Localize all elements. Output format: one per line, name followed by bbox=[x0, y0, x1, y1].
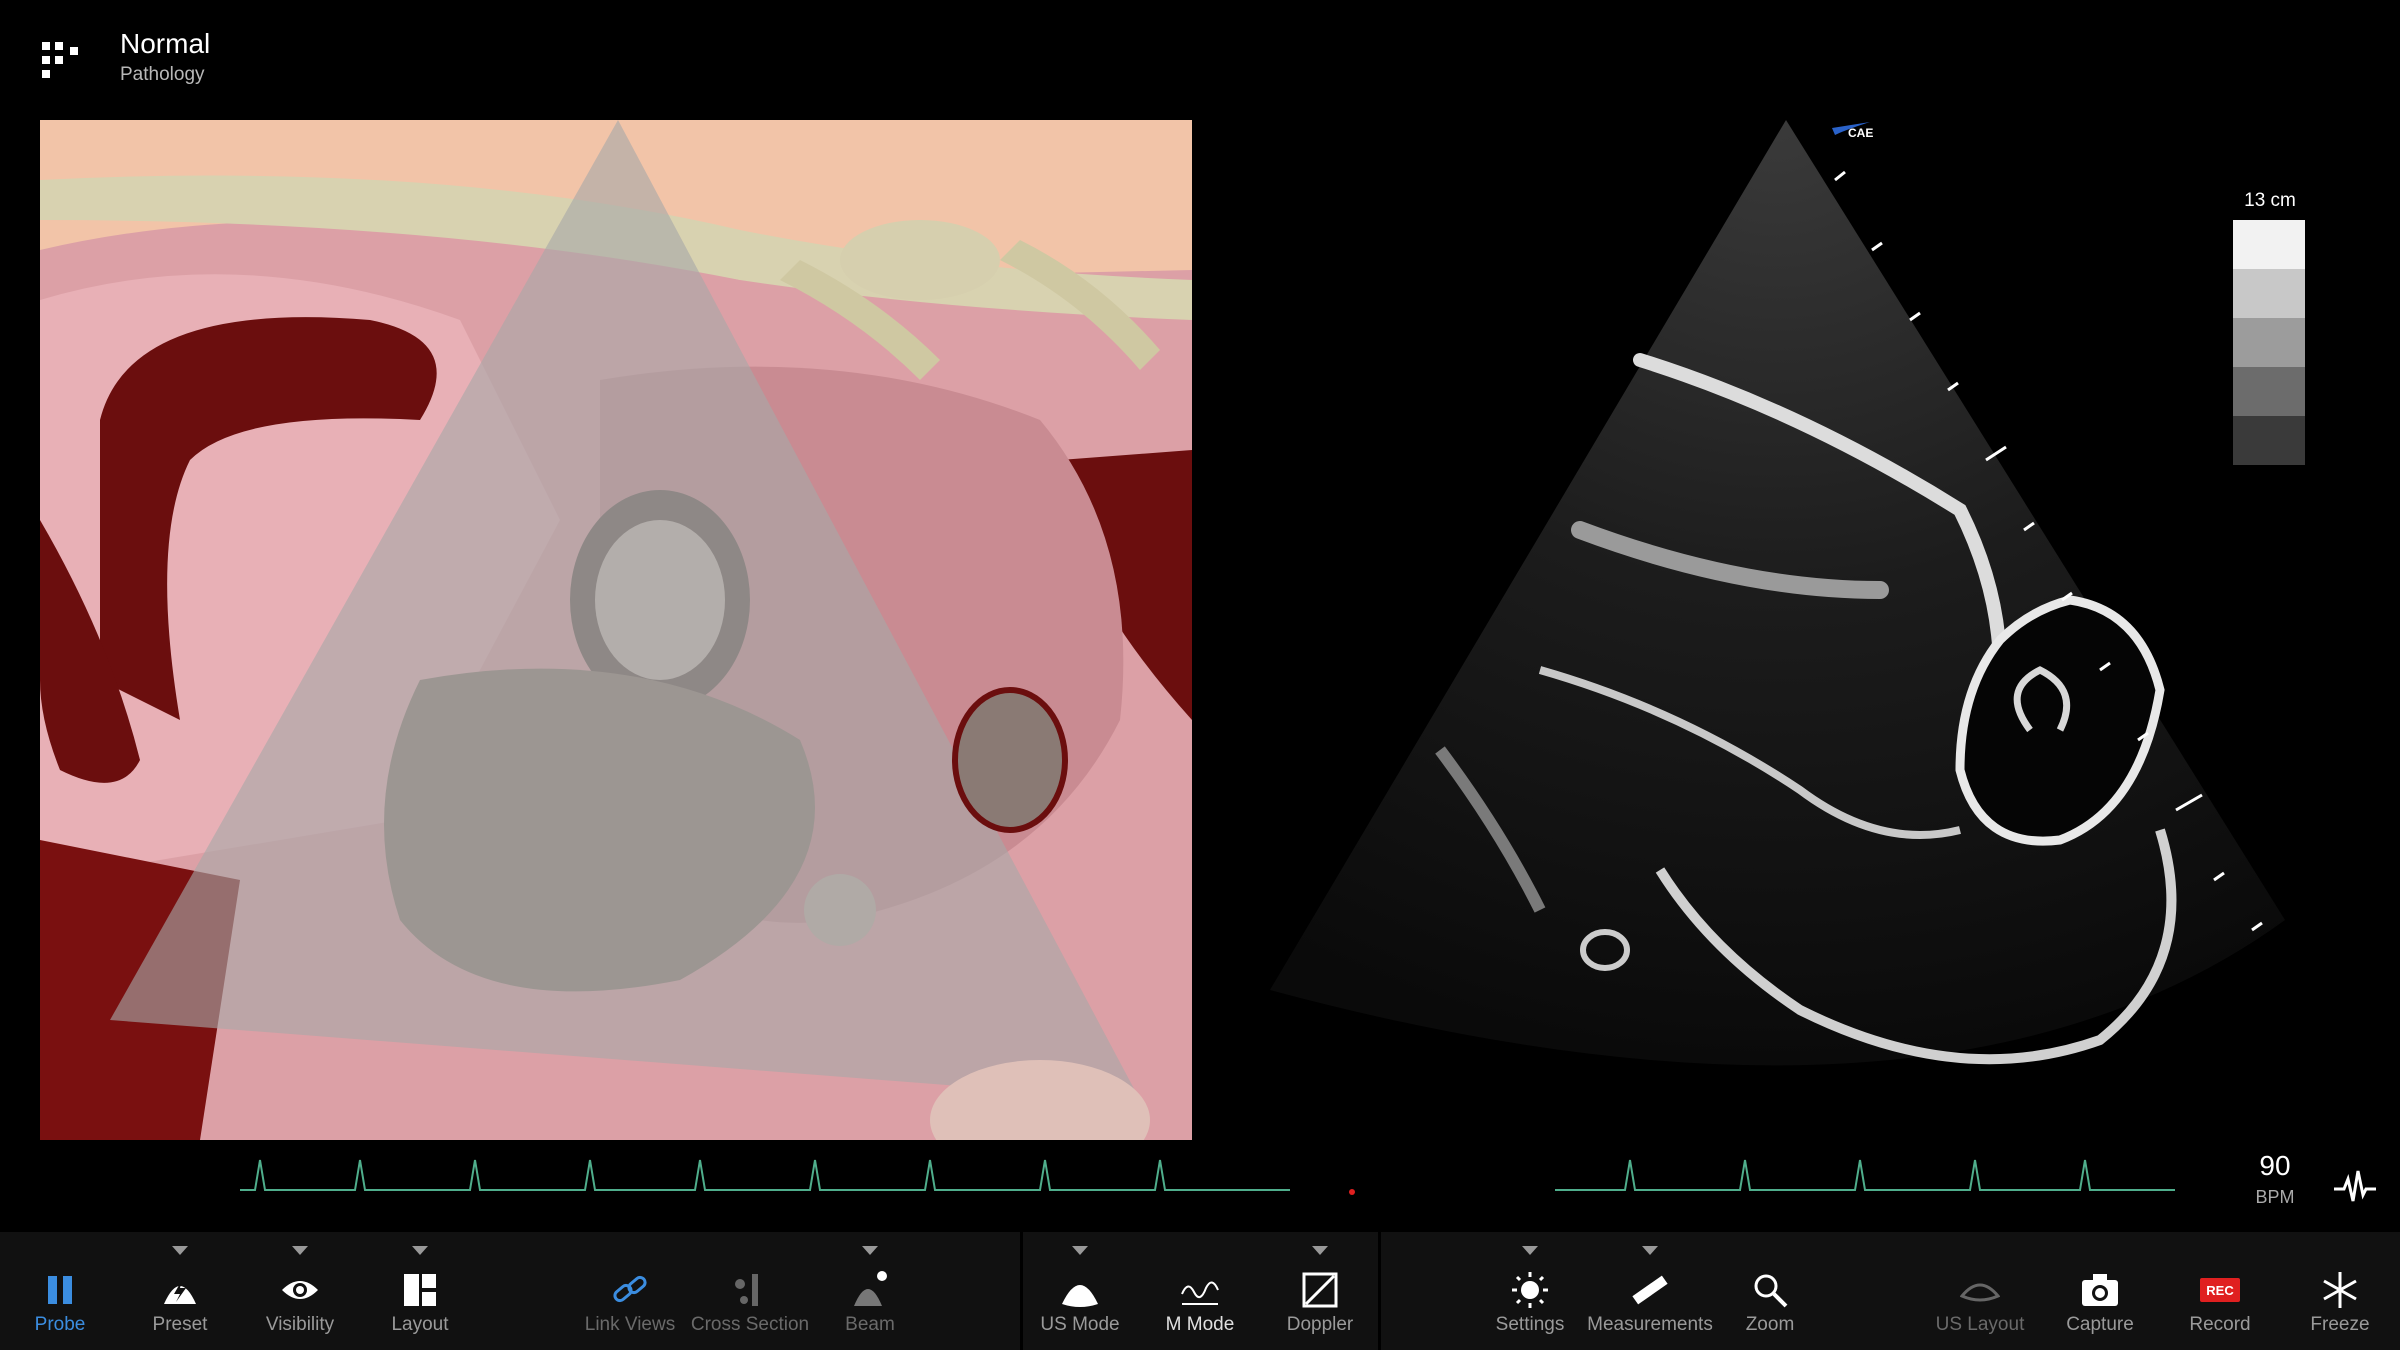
heart-rate-value: 90 bbox=[2259, 1150, 2291, 1181]
freeze-button[interactable]: Freeze bbox=[2275, 1240, 2400, 1340]
beam-label: Beam bbox=[845, 1314, 895, 1335]
gray-step bbox=[2233, 269, 2305, 318]
layout-icon bbox=[404, 1274, 436, 1306]
ultrasound-view[interactable] bbox=[1240, 110, 2350, 1150]
camera-icon bbox=[2082, 1274, 2118, 1306]
gray-step bbox=[2233, 367, 2305, 416]
zoom-button[interactable]: Zoom bbox=[1705, 1240, 1835, 1340]
link-icon bbox=[613, 1275, 647, 1303]
chevron-down-icon bbox=[1072, 1246, 1088, 1255]
gray-step bbox=[2233, 220, 2305, 269]
chevron-down-icon bbox=[412, 1246, 428, 1255]
eye-icon bbox=[282, 1281, 318, 1299]
gray-step bbox=[2233, 416, 2305, 465]
chevron-down-icon bbox=[172, 1246, 188, 1255]
heart-rate-unit: BPM bbox=[2255, 1187, 2295, 1207]
beam-button[interactable]: Beam bbox=[805, 1240, 935, 1340]
chevron-down-icon bbox=[1642, 1246, 1658, 1255]
search-icon bbox=[1754, 1274, 1788, 1308]
chevron-down-icon bbox=[1522, 1246, 1538, 1255]
chevron-down-icon bbox=[292, 1246, 308, 1255]
depth-label: 13 cm bbox=[2244, 190, 2296, 211]
m-mode-icon bbox=[1181, 1281, 1219, 1305]
gray-step bbox=[2233, 318, 2305, 367]
cae-logo: CAE bbox=[1848, 126, 1874, 140]
preset-icon bbox=[164, 1280, 196, 1304]
ecg-trace-left bbox=[240, 1159, 1355, 1195]
page-title: Normal bbox=[120, 28, 211, 59]
cross-section-icon bbox=[735, 1274, 758, 1306]
zoom-label: Zoom bbox=[1745, 1314, 1795, 1335]
anatomy-3d-view[interactable] bbox=[40, 120, 1192, 1140]
layout-button[interactable]: Layout bbox=[355, 1240, 485, 1340]
pause-icon bbox=[48, 1276, 72, 1304]
beam-icon bbox=[854, 1271, 887, 1306]
brightness-icon bbox=[1512, 1272, 1548, 1308]
doppler-label: Doppler bbox=[1286, 1314, 1354, 1335]
chevron-down-icon bbox=[862, 1246, 878, 1255]
ruler-icon bbox=[1632, 1275, 1668, 1305]
freeze-label: Freeze bbox=[2310, 1314, 2370, 1335]
doppler-icon bbox=[1302, 1272, 1338, 1308]
rec-badge: REC bbox=[2206, 1283, 2234, 1298]
ecg-trace-right bbox=[1555, 1159, 2175, 1191]
grid-menu-icon[interactable] bbox=[40, 40, 82, 82]
doppler-button[interactable]: Doppler bbox=[1255, 1240, 1385, 1340]
heartbeat-icon[interactable] bbox=[2332, 1165, 2378, 1211]
layout-label: Layout bbox=[391, 1314, 449, 1335]
ultrasound-fan-icon bbox=[1062, 1285, 1098, 1307]
chevron-down-icon bbox=[1312, 1246, 1328, 1255]
us-layout-icon bbox=[1960, 1283, 2000, 1302]
page-subtitle: Pathology bbox=[120, 64, 205, 85]
rec-icon: REC bbox=[2200, 1278, 2240, 1302]
snowflake-icon bbox=[2323, 1272, 2357, 1308]
gray-scale-bar bbox=[2233, 220, 2305, 465]
